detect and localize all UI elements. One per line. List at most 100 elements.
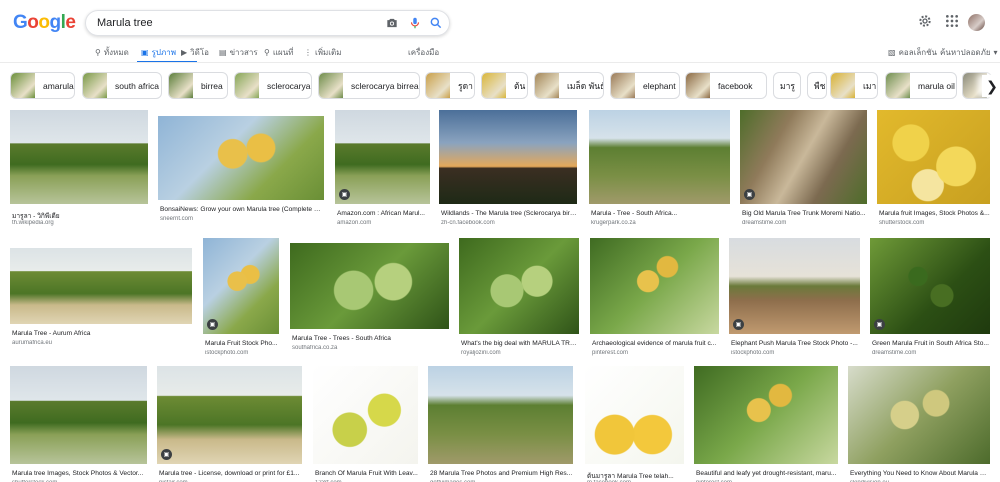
image-result[interactable]: ▣ Elephant Push Marula Tree Stock Photo -… (729, 238, 860, 360)
image-result[interactable]: ▣ Big Old Marula Tree Trunk Moremi Natio.… (740, 110, 867, 230)
camera-icon[interactable] (385, 16, 399, 30)
chip-related-search[interactable]: sclerocarya birrea (318, 72, 420, 99)
image-result[interactable]: Beautiful and leafy yet drought-resistan… (694, 366, 838, 482)
result-thumbnail[interactable]: ▣ (729, 238, 860, 334)
chip-related-search[interactable]: birrea (168, 72, 228, 99)
result-thumbnail[interactable]: ▣ (335, 110, 430, 204)
result-thumbnail[interactable] (439, 110, 577, 204)
tab-more[interactable]: ⋮ เพิ่มเติม (304, 46, 341, 59)
chip-related-search[interactable]: ต้น (481, 72, 528, 99)
result-caption[interactable]: Beautiful and leafy yet drought-resistan… (696, 470, 838, 477)
search-box[interactable]: Marula tree (85, 10, 450, 36)
result-thumbnail[interactable] (158, 116, 324, 200)
result-caption[interactable]: Archaeological evidence of marula fruit … (592, 340, 719, 347)
image-result[interactable]: Marula - Tree - South Africa... krugerpar… (589, 110, 730, 230)
result-caption[interactable]: Marula tree - License, download or print… (159, 470, 302, 477)
chip-label: รูดา (458, 80, 473, 91)
search-input[interactable]: Marula tree (97, 17, 153, 29)
result-thumbnail[interactable] (585, 366, 684, 464)
result-thumbnail[interactable] (589, 110, 730, 204)
chip-related-search[interactable]: facebook (685, 72, 767, 99)
tab-videos[interactable]: ▶ วิดีโอ (181, 46, 209, 59)
image-result[interactable]: ต้นมารูลา Marula Tree telah...m.facebook… (585, 366, 684, 482)
result-thumbnail[interactable] (877, 110, 990, 204)
tab-images[interactable]: ▣ รูปภาพ (141, 46, 176, 59)
safesearch-button[interactable]: ค้นหาปลอดภัย ▾ (940, 46, 998, 59)
result-caption[interactable]: Amazon.com : African Marul... (337, 210, 430, 217)
microphone-icon[interactable] (408, 16, 422, 30)
avatar[interactable] (968, 14, 985, 31)
result-caption[interactable]: Elephant Push Marula Tree Stock Photo -.… (731, 340, 860, 347)
image-result[interactable]: BonsaiNews: Grow your own Marula tree (C… (158, 116, 324, 226)
image-result[interactable]: Wildlands - The Marula tree (Sclerocarya… (439, 110, 577, 230)
chip-related-search[interactable]: elephant (610, 72, 680, 99)
result-thumbnail[interactable] (459, 238, 579, 334)
apps-grid-icon[interactable] (944, 13, 960, 29)
result-caption[interactable]: Marula Fruit Stock Pho... (205, 340, 279, 347)
result-caption[interactable]: Everything You Need to Know About Marula… (850, 470, 990, 477)
chip-related-search[interactable]: marula oil (885, 72, 957, 99)
result-thumbnail[interactable] (290, 243, 449, 329)
image-icon: ▣ (141, 48, 149, 57)
result-thumbnail[interactable]: ▣ (203, 238, 279, 334)
result-thumbnail[interactable] (10, 248, 192, 324)
result-thumbnail[interactable] (10, 366, 147, 464)
chips-next-chevron-icon[interactable]: ❯ (982, 75, 1000, 97)
result-caption[interactable]: Branch Of Marula Fruit With Leav... (315, 470, 418, 477)
tab-news[interactable]: ▤ ข่าวสาร (219, 46, 258, 59)
result-thumbnail[interactable]: ▣ (870, 238, 990, 334)
result-caption[interactable]: Big Old Marula Tree Trunk Moremi Natio..… (742, 210, 867, 217)
chip-thumbnail (169, 73, 193, 98)
result-thumbnail[interactable] (848, 366, 990, 464)
chip-related-search[interactable]: amarula (10, 72, 75, 99)
image-result[interactable]: 28 Marula Tree Photos and Premium High R… (428, 366, 573, 482)
collections-button[interactable]: ▧ คอลเล็กชัน (888, 46, 937, 59)
chip-related-search[interactable]: เมา (830, 72, 878, 99)
result-thumbnail[interactable] (10, 110, 148, 204)
image-result[interactable]: Marula Tree - Trees - South Africa southa… (290, 243, 449, 355)
chip-related-search[interactable]: รูดา (425, 72, 475, 99)
result-caption[interactable]: 28 Marula Tree Photos and Premium High R… (430, 470, 573, 477)
result-thumbnail[interactable] (694, 366, 838, 464)
search-icon[interactable] (429, 16, 443, 30)
result-thumbnail[interactable] (313, 366, 418, 464)
image-result[interactable]: ▣ Amazon.com : African Marul... amazon.com (335, 110, 430, 230)
result-thumbnail[interactable]: ▣ (740, 110, 867, 204)
result-caption[interactable]: Marula Tree - Trees - South Africa (292, 335, 449, 342)
chip-related-search[interactable]: south africa (82, 72, 162, 99)
related-searches-chips: amarula south africa birrea sclerocarya scle… (10, 72, 1000, 99)
result-caption[interactable]: Green Marula Fruit in South Africa Sto..… (872, 340, 990, 347)
result-caption[interactable]: What's the big deal with MARULA TRE... (461, 340, 579, 347)
chip-related-search[interactable]: เมล็ด พันธุ์ (534, 72, 604, 99)
settings-icon[interactable] (917, 13, 933, 29)
chip-related-search[interactable]: sclerocarya (234, 72, 312, 99)
image-result[interactable]: ▣ Green Marula Fruit in South Africa Sto.… (870, 238, 990, 360)
image-result[interactable]: Everything You Need to Know About Marula… (848, 366, 990, 482)
image-result[interactable]: ▣ Marula Fruit Stock Pho... istockphoto.co… (203, 238, 279, 360)
product-tag-icon: ▣ (744, 189, 755, 200)
result-caption[interactable]: BonsaiNews: Grow your own Marula tree (C… (160, 206, 324, 213)
tools-button[interactable]: เครื่องมือ (408, 46, 439, 59)
image-result[interactable]: What's the big deal with MARULA TRE... ro… (459, 238, 579, 360)
result-thumbnail[interactable]: ▣ (157, 366, 302, 464)
result-caption[interactable]: Marula Tree - Aurum Africa (12, 330, 192, 337)
result-caption[interactable]: Marula tree Images, Stock Photos & Vecto… (12, 470, 147, 477)
chip-related-search[interactable]: มารู (773, 72, 801, 99)
result-thumbnail[interactable] (428, 366, 573, 464)
image-result[interactable]: ▣ Marula tree - License, download or prin… (157, 366, 302, 482)
chip-related-search[interactable]: พืช (807, 72, 827, 99)
image-result[interactable]: Archaeological evidence of marula fruit … (590, 238, 719, 360)
google-logo[interactable]: Google (13, 12, 76, 34)
result-source: sneernt.com (160, 216, 194, 222)
image-result[interactable]: Marula tree Images, Stock Photos & Vecto… (10, 366, 147, 482)
tab-maps[interactable]: ⚲ แผนที่ (264, 46, 293, 59)
result-caption[interactable]: Marula fruit Images, Stock Photos &... (879, 210, 990, 217)
image-result[interactable]: มารูลา - วิกิพีเดีย th.wikipedia.org (10, 110, 148, 230)
result-caption[interactable]: Marula - Tree - South Africa... (591, 210, 730, 217)
tab-all[interactable]: ⚲ ทั้งหมด (95, 46, 129, 59)
image-result[interactable]: Branch Of Marula Fruit With Leav...123rf… (313, 366, 418, 482)
image-result[interactable]: Marula fruit Images, Stock Photos &... sh… (877, 110, 990, 230)
result-thumbnail[interactable] (590, 238, 719, 334)
result-caption[interactable]: Wildlands - The Marula tree (Sclerocarya… (441, 210, 577, 217)
image-result[interactable]: Marula Tree - Aurum Africa aurumafrica.eu (10, 248, 192, 350)
